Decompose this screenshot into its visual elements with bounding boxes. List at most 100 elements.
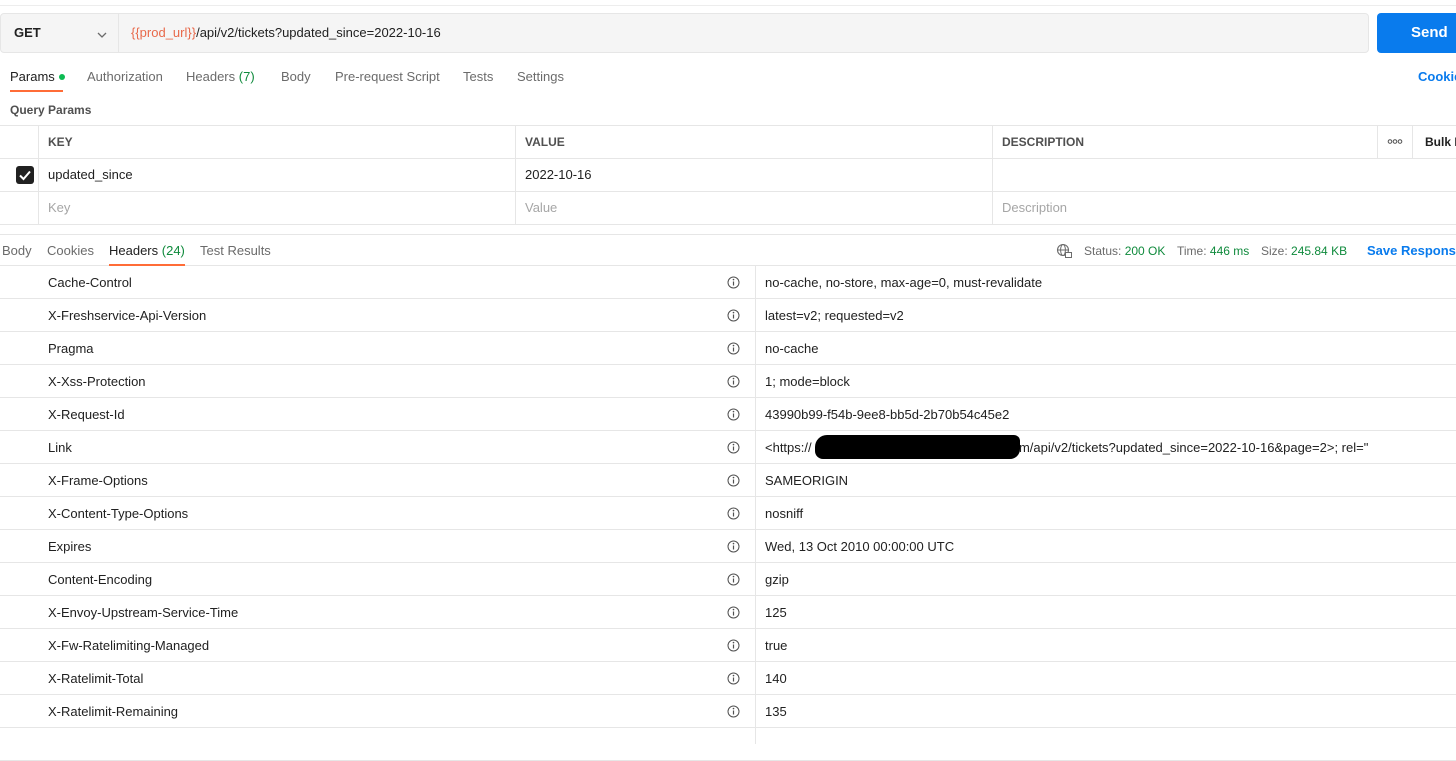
header-key: X-Xss-Protection <box>48 374 146 389</box>
param-key-cell[interactable]: updated_since <box>48 167 133 182</box>
redaction-mark <box>815 435 1020 459</box>
status-value: 200 OK <box>1124 244 1166 258</box>
tab-headers-count: (7) <box>238 69 255 84</box>
table-row: X-Xss-Protection 1; mode=block <box>0 365 1456 398</box>
header-value: 125 <box>765 605 787 620</box>
response-status[interactable]: Status: 200 OK <box>1084 244 1165 258</box>
tab-settings[interactable]: Settings <box>517 69 564 84</box>
tab-prerequest-script[interactable]: Pre-request Script <box>335 69 440 84</box>
header-key: X-Ratelimit-Remaining <box>48 704 179 719</box>
info-icon[interactable] <box>727 507 740 523</box>
cookies-link[interactable]: Cookies <box>1418 69 1456 84</box>
response-size[interactable]: Size: 245.84 KB <box>1261 244 1347 258</box>
header-value: no-cache, no-store, max-age=0, must-reva… <box>765 275 1043 290</box>
tab-body[interactable]: Body <box>281 69 311 84</box>
header-value: true <box>765 638 788 653</box>
header-value: Wed, 13 Oct 2010 00:00:00 UTC <box>765 539 955 554</box>
params-active-dot <box>58 74 65 80</box>
tab-params-label: Params <box>10 69 55 84</box>
table-row: Content-Encoding gzip <box>0 563 1456 596</box>
table-row: X-Request-Id 43990b99-f54b-9ee8-bb5d-2b70… <box>0 398 1456 431</box>
bulk-edit-button[interactable]: Bulk E <box>1425 135 1456 149</box>
column-divider <box>515 125 516 225</box>
column-divider <box>1412 125 1413 159</box>
top-divider <box>0 0 1456 6</box>
info-icon[interactable] <box>727 309 740 325</box>
info-icon[interactable] <box>727 375 740 391</box>
tab-params[interactable]: Params <box>10 69 65 84</box>
response-tab-test-results[interactable]: Test Results <box>200 243 271 258</box>
info-icon[interactable] <box>727 342 740 358</box>
tab-headers-label: Headers <box>186 69 236 84</box>
more-horizontal-icon[interactable] <box>1378 125 1412 158</box>
header-value: 43990b99-f54b-9ee8-bb5d-2b70b54c45e2 <box>765 407 1010 422</box>
info-icon[interactable] <box>727 441 740 457</box>
status-label: Status: <box>1084 244 1122 258</box>
param-value-cell[interactable]: 2022-10-16 <box>525 167 592 182</box>
table-row: X-Fw-Ratelimiting-Managed true <box>0 629 1456 662</box>
query-params-title: Query Params <box>10 103 92 117</box>
column-header-description: DESCRIPTION <box>1002 135 1085 149</box>
new-param-key-input[interactable]: Key <box>48 200 70 215</box>
header-value: 1; mode=block <box>765 374 850 389</box>
info-icon[interactable] <box>727 606 740 622</box>
column-divider <box>38 125 39 225</box>
table-row: X-Ratelimit-Total 140 <box>0 662 1456 695</box>
url-input[interactable]: {{prod_url}}/api/v2/tickets?updated_sinc… <box>131 25 441 40</box>
info-icon[interactable] <box>727 540 740 556</box>
method-label: GET <box>14 25 41 40</box>
request-url-bar: GET {{prod_url}}/api/v2/tickets?updated_… <box>0 13 1369 53</box>
checkbox-checked-icon[interactable] <box>16 166 34 184</box>
info-icon[interactable] <box>727 639 740 655</box>
size-label: Size: <box>1261 244 1288 258</box>
header-key: Link <box>48 440 72 455</box>
table-row: X-Envoy-Upstream-Service-Time 125 <box>0 596 1456 629</box>
header-key: X-Content-Type-Options <box>48 506 189 521</box>
table-row <box>0 728 1456 761</box>
response-tab-headers-label: Headers <box>109 243 159 258</box>
table-row: Expires Wed, 13 Oct 2010 00:00:00 UTC <box>0 530 1456 563</box>
table-border <box>0 125 1456 126</box>
info-icon[interactable] <box>727 573 740 589</box>
header-key: X-Ratelimit-Total <box>48 671 144 686</box>
response-tab-body[interactable]: Body <box>2 243 32 258</box>
header-value: no-cache <box>765 341 819 356</box>
header-key: X-Fw-Ratelimiting-Managed <box>48 638 210 653</box>
query-params-table: KEY VALUE DESCRIPTION Bulk E updated_sin… <box>0 125 1456 225</box>
new-param-description-input[interactable]: Description <box>1002 200 1067 215</box>
table-row: X-Content-Type-Options nosniff <box>0 497 1456 530</box>
info-icon[interactable] <box>727 705 740 721</box>
column-divider <box>992 125 993 225</box>
header-value-suffix: .com/api/v2/tickets?updated_since=2022-1… <box>1001 440 1369 455</box>
table-row: X-Frame-Options SAMEORIGIN <box>0 464 1456 497</box>
info-icon[interactable] <box>727 276 740 292</box>
header-key: Content-Encoding <box>48 572 153 587</box>
response-tab-headers-count: (24) <box>161 243 185 258</box>
info-icon[interactable] <box>727 408 740 424</box>
response-time[interactable]: Time: 446 ms <box>1177 244 1249 258</box>
header-key: X-Request-Id <box>48 407 125 422</box>
save-response-button[interactable]: Save Response <box>1367 243 1456 258</box>
info-icon[interactable] <box>727 474 740 490</box>
send-button[interactable]: Send <box>1377 13 1456 53</box>
method-select[interactable]: GET <box>1 14 119 52</box>
tab-tests[interactable]: Tests <box>463 69 493 84</box>
url-variable: {{prod_url}} <box>131 25 197 40</box>
table-border <box>0 224 1456 225</box>
info-icon[interactable] <box>727 672 740 688</box>
tab-authorization[interactable]: Authorization <box>87 69 163 84</box>
table-row: X-Ratelimit-Remaining 135 <box>0 695 1456 728</box>
table-border <box>0 158 1456 159</box>
table-border <box>0 191 1456 192</box>
column-header-key: KEY <box>48 135 73 149</box>
response-tab-cookies[interactable]: Cookies <box>47 243 94 258</box>
globe-icon[interactable] <box>1056 243 1072 262</box>
header-value: latest=v2; requested=v2 <box>765 308 904 323</box>
header-key: X-Frame-Options <box>48 473 148 488</box>
table-row: Cache-Control no-cache, no-store, max-age… <box>0 266 1456 299</box>
table-row: Link <https:// .com/api/v2/tickets?updated… <box>0 431 1456 464</box>
tab-headers[interactable]: Headers (7) <box>186 69 255 84</box>
response-tab-headers[interactable]: Headers (24) <box>109 243 185 258</box>
column-header-value: VALUE <box>525 135 565 149</box>
new-param-value-input[interactable]: Value <box>525 200 557 215</box>
